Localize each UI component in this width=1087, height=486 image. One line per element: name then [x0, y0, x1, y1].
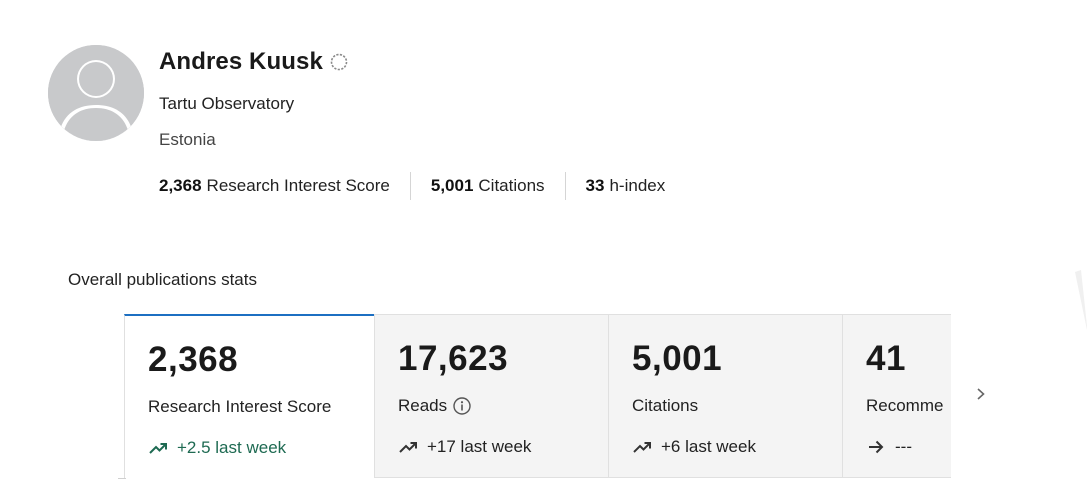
metric-value: 33 — [585, 176, 605, 195]
profile-institution[interactable]: Tartu Observatory — [159, 94, 294, 114]
metric-value: 2,368 — [159, 176, 202, 195]
arrow-right-icon — [866, 437, 886, 457]
stats-carousel: 2,368 Research Interest Score +2.5 last … — [124, 314, 951, 479]
stat-label: Recomme — [866, 396, 944, 415]
divider — [564, 172, 566, 200]
stat-value: 17,623 — [398, 339, 509, 378]
stat-trend: --- — [866, 437, 912, 457]
stat-trend-text: +6 last week — [661, 437, 756, 456]
info-icon[interactable] — [452, 396, 472, 416]
profile-metrics: 2,368 Research Interest Score 5,001 Cita… — [159, 172, 665, 200]
metric-label: Citations — [478, 176, 545, 195]
metric-h-index[interactable]: 33 h-index — [586, 176, 666, 196]
edge-decoration — [1075, 270, 1087, 330]
trending-up-icon — [148, 438, 168, 458]
stat-card-citations[interactable]: 5,001 Citations +6 last week — [608, 314, 843, 478]
stat-card-research-interest[interactable]: 2,368 Research Interest Score +2.5 last … — [124, 314, 375, 478]
divider — [118, 478, 126, 479]
section-title: Overall publications stats — [68, 270, 257, 289]
chevron-right-icon — [975, 387, 987, 406]
stat-card-reads[interactable]: 17,623 Reads +17 last week — [374, 314, 609, 478]
stat-label: Reads — [398, 396, 448, 415]
profile-name[interactable]: Andres Kuusk — [159, 48, 323, 76]
stat-label-row: Reads — [398, 396, 472, 416]
avatar[interactable] — [48, 45, 144, 141]
stat-value: 41 — [866, 339, 906, 378]
stat-trend-text: +17 last week — [427, 437, 532, 456]
stat-trend: +6 last week — [632, 437, 756, 457]
stat-label: Research Interest Score — [148, 397, 332, 416]
stat-value: 5,001 — [632, 339, 723, 378]
stat-value: 2,368 — [148, 340, 239, 379]
default-user-avatar-icon — [48, 45, 144, 141]
stat-label: Citations — [632, 396, 699, 415]
metric-value: 5,001 — [430, 176, 474, 195]
metric-label: h-index — [609, 176, 666, 195]
stat-trend-text: +2.5 last week — [177, 438, 287, 457]
stat-trend-text: --- — [895, 437, 912, 456]
metric-citations[interactable]: 5,001 Citations — [431, 176, 545, 196]
trending-up-icon — [632, 437, 652, 457]
stat-trend: +17 last week — [398, 437, 531, 457]
profile-country: Estonia — [159, 130, 216, 149]
stat-trend: +2.5 last week — [148, 438, 286, 458]
metric-label: Research Interest Score — [206, 176, 390, 195]
divider — [409, 172, 411, 200]
profile-name-row: Andres Kuusk — [159, 48, 349, 76]
metric-research-interest[interactable]: 2,368 Research Interest Score — [159, 176, 390, 196]
stat-card-recommendations[interactable]: 41 Recomme --- — [842, 314, 951, 478]
trending-up-icon — [398, 437, 418, 457]
status-circle-icon[interactable] — [329, 52, 349, 72]
carousel-next-button[interactable] — [969, 384, 993, 408]
